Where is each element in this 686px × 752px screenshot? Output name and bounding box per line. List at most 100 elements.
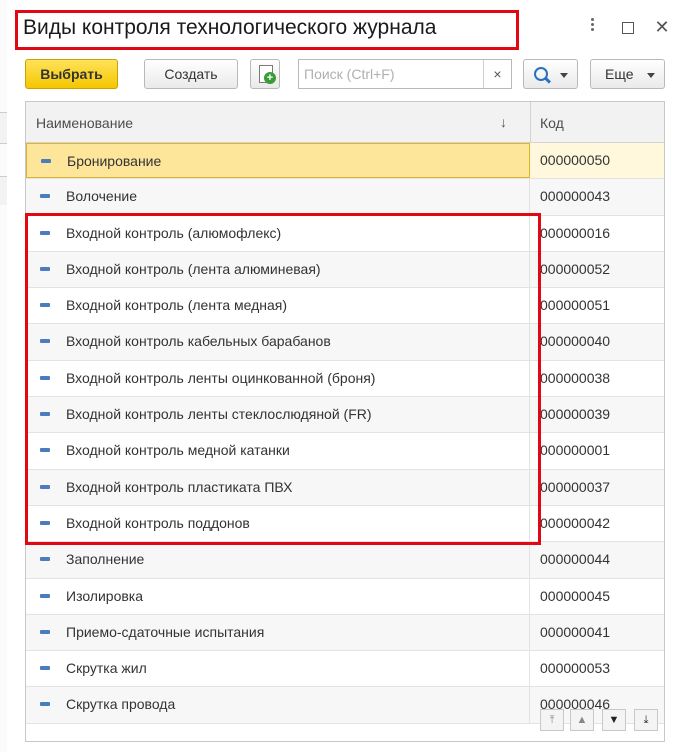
catalog-item-icon [40, 194, 50, 199]
table-row[interactable]: Входной контроль кабельных барабанов 0000… [26, 324, 664, 361]
row-code: 000000051 [540, 297, 611, 314]
row-code: 000000001 [540, 442, 611, 459]
table-row[interactable]: Входной контроль (лента алюминевая) 00000… [26, 251, 664, 289]
row-name: Изолировка [66, 587, 144, 604]
name-cell[interactable]: Скрутка провода [26, 687, 530, 723]
table-row[interactable]: Заполнение 000000044 [26, 542, 664, 579]
row-code: 000000044 [540, 551, 611, 568]
name-cell[interactable]: Волочение [26, 179, 530, 215]
table-row[interactable]: Входной контроль поддонов 000000042 [26, 505, 664, 543]
name-cell[interactable]: Скрутка жил [26, 651, 530, 687]
row-code: 000000040 [540, 333, 611, 350]
window-title: Виды контроля технологического журнала [23, 16, 437, 39]
name-cell[interactable]: Входной контроль ленты оцинкованной (бро… [26, 360, 530, 397]
catalog-item-icon [40, 666, 50, 671]
row-code: 000000050 [540, 152, 611, 168]
row-name: Входной контроль медной катанки [66, 442, 290, 459]
more-actions-button[interactable]: Еще [590, 59, 665, 89]
name-cell[interactable]: Входной контроль поддонов [26, 505, 530, 542]
table-row[interactable]: Входной контроль ленты оцинкованной (бро… [26, 360, 664, 398]
table-row[interactable]: Входной контроль пластиката ПВХ 000000037 [26, 469, 664, 506]
row-name: Приемо-сдаточные испытания [66, 623, 265, 640]
catalog-item-icon [40, 593, 50, 598]
add-copy-button[interactable]: + [250, 59, 280, 89]
name-cell[interactable]: Входной контроль (лента алюминевая) [26, 251, 530, 288]
more-label: Еще [605, 66, 634, 82]
table-row[interactable]: Волочение 000000043 [26, 179, 664, 216]
name-cell[interactable]: Бронирование [26, 143, 530, 179]
catalog-item-icon [40, 520, 50, 525]
table-body: Бронирование 000000050 Волочение 000000043 В… [26, 143, 664, 724]
background-row [0, 112, 7, 144]
sort-desc-icon[interactable]: ↓ [500, 102, 507, 142]
row-name: Скрутка жил [66, 660, 147, 677]
catalog-item-icon [40, 484, 50, 489]
row-code: 000000045 [540, 587, 611, 604]
row-code: 000000052 [540, 260, 611, 277]
prev-page-icon[interactable]: ▲ [570, 709, 594, 731]
row-code: 000000037 [540, 478, 611, 495]
table-header: Наименование ↓ Код [26, 102, 664, 143]
row-name: Бронирование [67, 153, 162, 169]
catalog-item-icon [40, 266, 50, 271]
row-name: Входной контроль кабельных барабанов [66, 333, 331, 350]
catalog-item-icon [40, 375, 50, 380]
catalog-item-icon [41, 159, 51, 163]
name-cell[interactable]: Приемо-сдаточные испытания [26, 614, 530, 651]
table-row[interactable]: Бронирование 000000050 [26, 143, 664, 180]
more-icon[interactable] [579, 14, 605, 40]
search-options-button[interactable] [523, 59, 578, 89]
next-page-icon[interactable]: ▼ [602, 709, 626, 731]
name-cell[interactable]: Входной контроль (алюмофлекс) [26, 215, 530, 251]
catalog-item-icon [40, 339, 50, 344]
row-name: Входной контроль (алюмофлекс) [66, 224, 282, 241]
table-pager: ⤒ ▲ ▼ ⤓ [540, 705, 661, 735]
maximize-icon[interactable] [615, 14, 641, 40]
catalog-item-icon [40, 448, 50, 453]
table-row[interactable]: Входной контроль (алюмофлекс) 000000016 [26, 215, 664, 252]
row-name: Входной контроль ленты стеклослюдяной (F… [66, 406, 372, 423]
catalog-item-icon [40, 303, 50, 308]
name-cell[interactable]: Входной контроль (лента медная) [26, 288, 530, 324]
plus-icon: + [264, 72, 276, 84]
catalog-item-icon [40, 557, 50, 562]
select-button[interactable]: Выбрать [25, 59, 118, 89]
table-row[interactable]: Входной контроль ленты стеклослюдяной (F… [26, 397, 664, 434]
create-button[interactable]: Создать [144, 59, 238, 89]
table-row[interactable]: Входной контроль медной катанки 000000001 [26, 433, 664, 470]
table-row[interactable]: Приемо-сдаточные испытания 000000041 [26, 614, 664, 652]
row-code: 000000043 [540, 188, 611, 205]
column-header-name[interactable]: Наименование [36, 102, 133, 142]
background-row [0, 176, 7, 205]
search-input[interactable]: Поиск (Ctrl+F) × [298, 59, 512, 89]
name-cell[interactable]: Заполнение [26, 542, 530, 578]
name-cell[interactable]: Входной контроль медной катанки [26, 433, 530, 469]
row-name: Заполнение [66, 551, 145, 568]
clear-search-icon[interactable]: × [483, 60, 511, 88]
table-row[interactable]: Скрутка жил 000000053 [26, 651, 664, 688]
table-row[interactable]: Входной контроль (лента медная) 000000051 [26, 288, 664, 325]
catalog-item-icon [40, 629, 50, 634]
row-name: Волочение [66, 188, 138, 205]
table-row[interactable]: Изолировка 000000045 [26, 578, 664, 615]
row-code: 000000053 [540, 660, 611, 677]
name-cell[interactable]: Входной контроль пластиката ПВХ [26, 469, 530, 505]
name-cell[interactable]: Входной контроль ленты стеклослюдяной (F… [26, 397, 530, 433]
catalog-item-icon [40, 702, 50, 707]
column-divider[interactable] [530, 102, 531, 142]
row-name: Входной контроль ленты оцинкованной (бро… [66, 369, 376, 386]
row-code: 000000016 [540, 224, 611, 241]
name-cell[interactable]: Входной контроль кабельных барабанов [26, 324, 530, 360]
catalog-item-icon [40, 412, 50, 417]
row-name: Входной контроль (лента алюминевая) [66, 260, 321, 277]
search-icon [534, 67, 548, 81]
first-page-icon[interactable]: ⤒ [540, 709, 564, 731]
row-code: 000000038 [540, 369, 611, 386]
catalog-window: Виды контроля технологического журнала ✕… [7, 0, 686, 752]
column-header-code[interactable]: Код [540, 102, 564, 142]
row-code: 000000039 [540, 406, 611, 423]
name-cell[interactable]: Изолировка [26, 578, 530, 614]
close-icon[interactable]: ✕ [649, 14, 675, 40]
catalog-item-icon [40, 230, 50, 235]
last-page-icon[interactable]: ⤓ [634, 709, 658, 731]
